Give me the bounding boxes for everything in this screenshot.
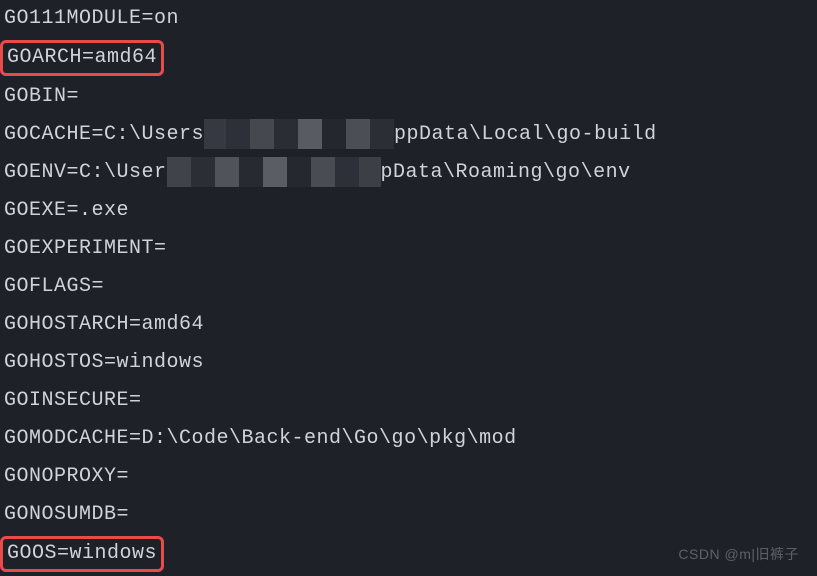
env-text: GOFLAGS= (4, 275, 104, 298)
terminal-output: GO111MODULE=on GOARCH=amd64 GOBIN= GOCAC… (0, 0, 817, 574)
env-line-goexe: GOEXE=.exe (0, 192, 817, 230)
env-text: GOARCH=amd64 (7, 46, 157, 69)
censored-region (204, 119, 394, 149)
env-line-goexperiment: GOEXPERIMENT= (0, 230, 817, 268)
env-text: GOEXPERIMENT= (4, 237, 167, 260)
env-text: GOOS=windows (7, 542, 157, 565)
env-line-gonosumdb: GONOSUMDB= (0, 496, 817, 534)
env-line-goflags: GOFLAGS= (0, 268, 817, 306)
highlight-box-goos: GOOS=windows (0, 536, 164, 572)
watermark: CSDN @m|旧裤子 (678, 544, 799, 564)
highlight-box-goarch: GOARCH=amd64 (0, 40, 164, 76)
censored-region (167, 157, 381, 187)
env-line-gobin: GOBIN= (0, 78, 817, 116)
env-line-gocache: GOCACHE=C:\Users ppData\Local\go-build (0, 116, 817, 154)
env-text: GOHOSTOS=windows (4, 351, 204, 374)
env-text: GOEXE=.exe (4, 199, 129, 222)
env-text-post: ppData\Local\go-build (394, 123, 657, 146)
env-line-gonoproxy: GONOPROXY= (0, 458, 817, 496)
env-line-goarch: GOARCH=amd64 (0, 38, 817, 78)
env-text: GOMODCACHE=D:\Code\Back-end\Go\go\pkg\mo… (4, 427, 517, 450)
env-text: GOINSECURE= (4, 389, 142, 412)
env-text: GOBIN= (4, 85, 79, 108)
env-line-go111module: GO111MODULE=on (0, 0, 817, 38)
env-line-gomodcache: GOMODCACHE=D:\Code\Back-end\Go\go\pkg\mo… (0, 420, 817, 458)
env-line-gohostos: GOHOSTOS=windows (0, 344, 817, 382)
watermark-text: CSDN @m|旧裤子 (678, 546, 799, 562)
env-line-goinsecure: GOINSECURE= (0, 382, 817, 420)
env-text-pre: GOCACHE=C:\Users (4, 123, 204, 146)
env-text: GO111MODULE=on (4, 7, 179, 30)
env-text-pre: GOENV=C:\User (4, 161, 167, 184)
env-text-post: pData\Roaming\go\env (381, 161, 631, 184)
env-line-goenv: GOENV=C:\User pData\Roaming\go\env (0, 154, 817, 192)
env-text: GOHOSTARCH=amd64 (4, 313, 204, 336)
env-line-gohostarch: GOHOSTARCH=amd64 (0, 306, 817, 344)
env-text: GONOPROXY= (4, 465, 129, 488)
env-text: GONOSUMDB= (4, 503, 129, 526)
